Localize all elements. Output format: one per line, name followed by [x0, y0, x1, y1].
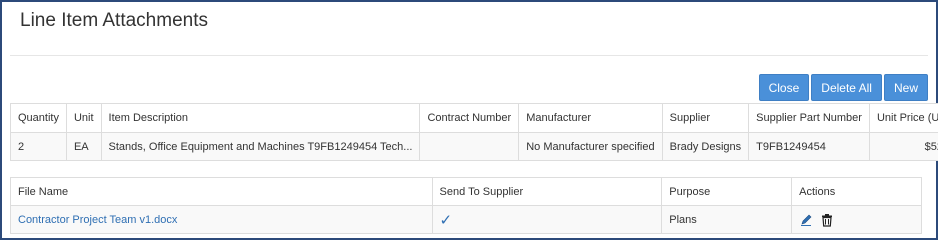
col-header-manufacturer: Manufacturer	[518, 103, 663, 133]
table-header-row: Quantity Unit Item Description Contract …	[10, 103, 938, 133]
col-header-supplier: Supplier	[661, 103, 750, 133]
cell-purpose: Plans	[661, 205, 793, 234]
col-header-supplier-part-number: Supplier Part Number	[748, 103, 870, 133]
col-header-unit-price: Unit Price (USD)	[868, 103, 938, 133]
col-header-item-description: Item Description	[100, 103, 421, 133]
attachments-table: File Name Send To Supplier Purpose Actio…	[10, 177, 922, 234]
pencil-icon[interactable]	[799, 213, 813, 227]
title-divider	[10, 55, 928, 56]
col-header-send-to-supplier: Send To Supplier	[431, 177, 663, 206]
table-header-row: File Name Send To Supplier Purpose Actio…	[10, 177, 922, 206]
delete-all-button[interactable]: Delete All	[811, 74, 882, 101]
file-name-link[interactable]: Contractor Project Team v1.docx	[18, 214, 177, 226]
col-header-unit: Unit	[65, 103, 102, 133]
col-header-actions: Actions	[791, 177, 922, 206]
col-header-file-name: File Name	[10, 177, 433, 206]
cell-unit-price: $52.95	[868, 132, 938, 161]
line-item-table: Quantity Unit Item Description Contract …	[10, 103, 938, 161]
cell-send-to-supplier: ✓	[431, 205, 663, 234]
cell-supplier: Brady Designs	[661, 132, 750, 161]
action-buttons: Close Delete All New	[758, 74, 928, 101]
col-header-quantity: Quantity	[10, 103, 67, 133]
dialog-title: Line Item Attachments	[20, 10, 208, 31]
cell-item-description: Stands, Office Equipment and Machines T9…	[100, 132, 421, 161]
checkmark-icon: ✓	[439, 211, 453, 229]
trash-icon[interactable]	[820, 213, 834, 227]
dialog-frame: Line Item Attachments Close Delete All N…	[0, 0, 938, 240]
cell-file-name: Contractor Project Team v1.docx	[10, 205, 433, 234]
close-button[interactable]: Close	[758, 74, 810, 101]
cell-supplier-part-number: T9FB1249454	[748, 132, 870, 161]
cell-contract-number	[419, 132, 520, 161]
col-header-purpose: Purpose	[661, 177, 793, 206]
table-row: Contractor Project Team v1.docx ✓ Plans	[10, 205, 922, 234]
table-row: 2 EA Stands, Office Equipment and Machin…	[10, 132, 938, 161]
new-button[interactable]: New	[883, 74, 928, 101]
cell-actions	[791, 205, 922, 234]
cell-quantity: 2	[10, 132, 67, 161]
col-header-contract-number: Contract Number	[419, 103, 520, 133]
cell-manufacturer: No Manufacturer specified	[518, 132, 663, 161]
cell-unit: EA	[65, 132, 102, 161]
